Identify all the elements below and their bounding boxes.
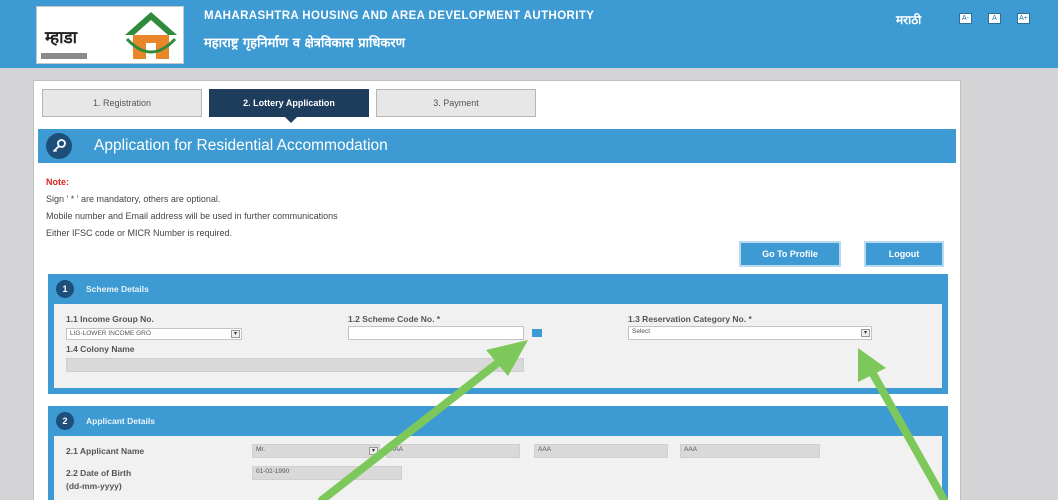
annotation-arrows	[318, 340, 948, 500]
arrow-to-scheme-search	[318, 340, 528, 500]
arrow-to-reservation-dropdown	[858, 348, 948, 500]
